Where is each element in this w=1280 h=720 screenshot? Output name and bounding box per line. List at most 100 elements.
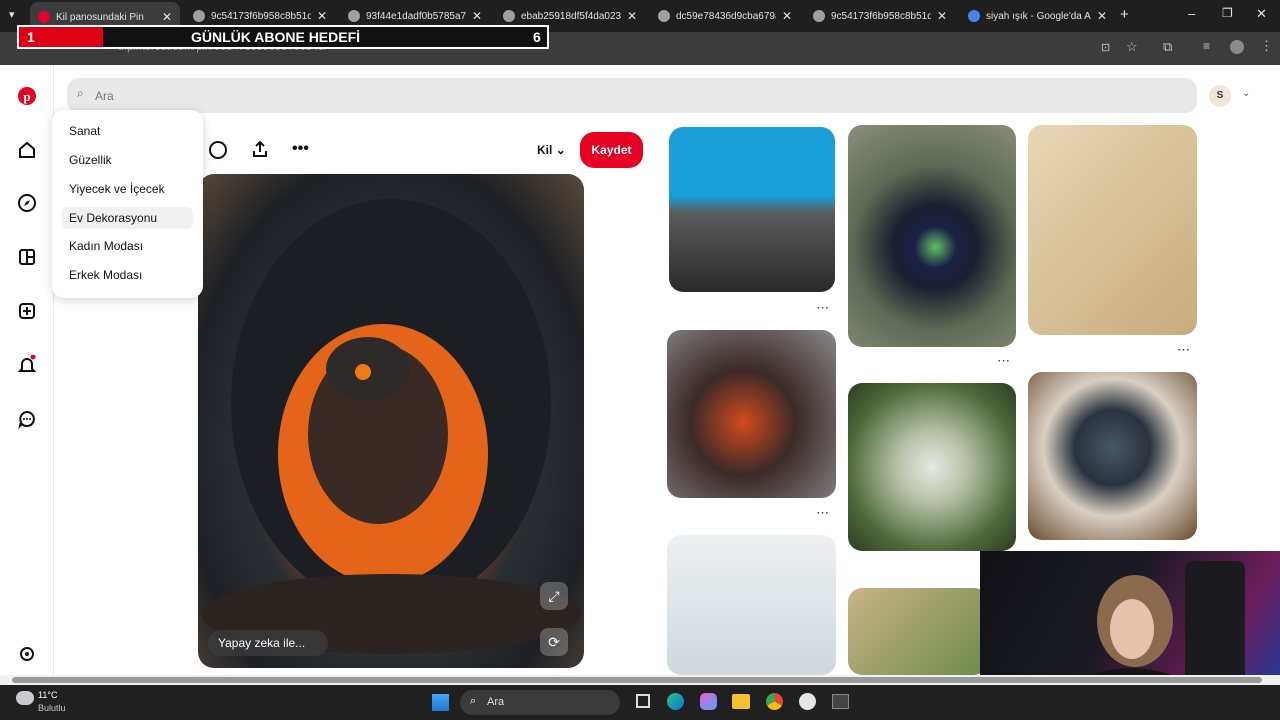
menu-item-sanat[interactable]: Sanat <box>69 124 100 138</box>
avatar[interactable]: S <box>1209 85 1231 107</box>
related-pin[interactable] <box>848 125 1016 347</box>
scrollbar-thumb[interactable] <box>12 677 1262 683</box>
weather-text: Bulutlu <box>38 703 66 713</box>
search-input[interactable] <box>95 86 995 106</box>
tab-list-icon[interactable]: ▾ <box>9 8 15 21</box>
tab-title: 93f44e1dadf0b5785a7b0 <box>366 10 466 22</box>
windows-taskbar: 11°C Bulutlu ⌕ Ara <box>0 685 1280 720</box>
install-icon[interactable]: ⊡ <box>1101 41 1110 54</box>
related-pin[interactable] <box>848 588 988 675</box>
horizontal-scrollbar[interactable] <box>0 675 1280 685</box>
tab-title: dc59e78436d9cba679a15 <box>676 10 776 22</box>
board-label: Kil <box>537 143 553 157</box>
close-tab-icon[interactable]: ✕ <box>782 9 792 23</box>
tab-title: siyah ışık - Google'da Ara <box>986 10 1091 22</box>
task-view-icon[interactable] <box>636 694 650 708</box>
more-options-icon[interactable]: ⋯ <box>816 505 829 521</box>
pinterest-sidebar: p <box>0 65 54 675</box>
webcam-overlay <box>980 551 1280 685</box>
search-icon: ⌕ <box>470 695 477 707</box>
pinterest-logo-icon[interactable]: p <box>17 86 37 106</box>
close-tab-icon[interactable]: ✕ <box>162 10 172 24</box>
globe-icon <box>503 10 515 22</box>
chevron-down-icon: ⌄ <box>555 143 566 157</box>
pin-image[interactable]: ⤢ ⟳ Yapay zeka ile... <box>198 174 584 668</box>
subscriber-goal-overlay: 1 GÜNLÜK ABONE HEDEFİ 6 <box>17 25 549 49</box>
related-pin[interactable] <box>667 330 836 498</box>
google-favicon-icon <box>968 10 980 22</box>
obs-icon[interactable] <box>799 693 816 710</box>
weather-icon[interactable] <box>16 691 34 705</box>
comment-icon[interactable] <box>208 140 228 160</box>
restore-icon[interactable]: ❐ <box>1222 6 1233 20</box>
save-button[interactable]: Kaydet <box>580 132 643 168</box>
goal-current: 1 <box>27 29 35 45</box>
search-icon: ⌕ <box>77 86 84 100</box>
minimize-icon[interactable]: – <box>1188 6 1195 21</box>
ai-label[interactable]: Yapay zeka ile... <box>208 630 328 656</box>
globe-icon <box>813 10 825 22</box>
tab-title: 9c54173f6b958c8b51d0a <box>211 10 311 22</box>
chevron-down-icon[interactable]: ⌄ <box>1242 88 1250 99</box>
menu-item-erkek-modasi[interactable]: Erkek Modası <box>69 268 142 282</box>
window-close-icon[interactable]: ✕ <box>1256 6 1267 22</box>
more-options-icon[interactable]: ⋯ <box>1177 342 1190 358</box>
tab-title: 9c54173f6b958c8b51d0a <box>831 10 931 22</box>
goal-target: 6 <box>533 29 541 45</box>
windows-start-icon[interactable] <box>432 694 449 711</box>
extensions-icon[interactable]: ⧉ <box>1163 39 1172 55</box>
edge-icon[interactable] <box>667 693 684 710</box>
new-tab-icon[interactable]: + <box>1120 6 1129 23</box>
globe-icon <box>348 10 360 22</box>
related-pin[interactable] <box>669 127 835 292</box>
close-tab-icon[interactable]: ✕ <box>1097 9 1107 23</box>
terminal-icon[interactable] <box>832 694 849 709</box>
visual-search-icon[interactable]: ⟳ <box>540 628 568 656</box>
file-explorer-icon[interactable] <box>732 694 750 709</box>
close-tab-icon[interactable]: ✕ <box>627 9 637 23</box>
expand-icon[interactable]: ⤢ <box>540 582 568 610</box>
board-selector[interactable]: Kil ⌄ <box>537 143 566 157</box>
more-options-icon[interactable]: ⋯ <box>816 300 829 316</box>
related-pin[interactable] <box>667 535 836 675</box>
chrome-icon[interactable] <box>766 693 783 710</box>
more-options-icon[interactable]: ⋯ <box>997 353 1010 369</box>
taskbar-search[interactable]: ⌕ Ara <box>460 690 620 715</box>
home-icon[interactable] <box>17 140 37 160</box>
categories-menu: Sanat Güzellik Yiyecek ve İçecek Ev Deko… <box>52 110 203 298</box>
temperature: 11°C <box>38 690 58 700</box>
tab-6[interactable]: 9c54173f6b958c8b51d0a ✕ <box>805 4 955 28</box>
menu-item-guzellik[interactable]: Güzellik <box>69 153 112 167</box>
close-tab-icon[interactable]: ✕ <box>317 9 327 23</box>
settings-gear-icon[interactable] <box>17 644 37 664</box>
tab-title: ebab25918df5f4da023a4 <box>521 10 621 22</box>
tab-5[interactable]: dc59e78436d9cba679a15 ✕ <box>650 4 800 28</box>
share-icon[interactable] <box>250 139 270 159</box>
menu-item-ev-dekorasyonu[interactable]: Ev Dekorasyonu <box>62 207 193 229</box>
close-tab-icon[interactable]: ✕ <box>937 9 947 23</box>
dragon-egg-illustration <box>201 199 581 654</box>
media-icon[interactable]: ≡ <box>1203 39 1210 53</box>
copilot-icon[interactable] <box>700 693 717 710</box>
related-pin[interactable] <box>848 383 1016 551</box>
bookmark-star-icon[interactable]: ☆ <box>1126 39 1138 55</box>
menu-item-kadin-modasi[interactable]: Kadın Modası <box>69 239 143 253</box>
more-options-icon[interactable]: ••• <box>292 140 309 158</box>
globe-icon <box>658 10 670 22</box>
related-pin[interactable] <box>1028 372 1197 540</box>
profile-icon[interactable] <box>1230 40 1244 54</box>
goal-title: GÜNLÜK ABONE HEDEFİ <box>191 29 361 45</box>
tab-title: Kil panosundaki Pin <box>56 11 144 23</box>
explore-icon[interactable] <box>17 193 37 213</box>
boards-icon[interactable] <box>17 247 37 267</box>
tab-google[interactable]: siyah ışık - Google'da Ara ✕ <box>960 4 1115 28</box>
related-pin[interactable] <box>1028 125 1197 335</box>
messages-icon[interactable] <box>17 409 37 429</box>
chrome-menu-icon[interactable]: ⋮ <box>1260 38 1273 54</box>
search-bar[interactable]: ⌕ <box>67 78 1197 113</box>
menu-item-yiyecek[interactable]: Yiyecek ve İçecek <box>69 182 165 196</box>
create-icon[interactable] <box>17 301 37 321</box>
notifications-bell-icon[interactable] <box>17 355 37 375</box>
close-tab-icon[interactable]: ✕ <box>472 9 482 23</box>
globe-icon <box>193 10 205 22</box>
